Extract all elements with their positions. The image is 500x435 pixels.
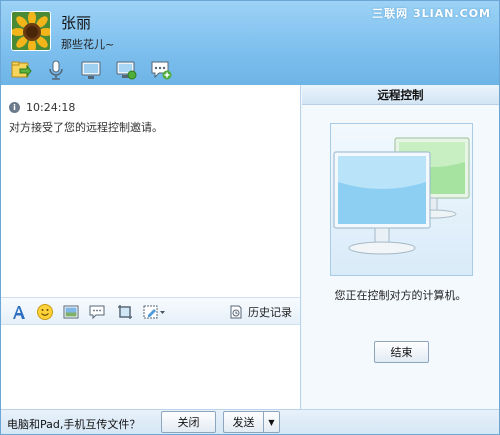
paint-button[interactable]: [141, 302, 167, 322]
transfer-file-icon: [11, 61, 32, 78]
screenshot-icon: [118, 305, 132, 319]
send-button[interactable]: 发送: [223, 411, 263, 433]
file-share-link[interactable]: 电脑和Pad,手机互传文件？: [7, 416, 140, 432]
contact-name[interactable]: 张丽: [61, 12, 91, 33]
chat-header: 张丽 那些花儿~ 三联网 3LIAN.COM: [1, 1, 499, 85]
image-button[interactable]: [61, 302, 81, 322]
history-button[interactable]: 历史记录: [229, 304, 292, 320]
voice-call-button[interactable]: [44, 58, 68, 82]
app-add-icon: [151, 61, 172, 80]
bottom-bar: 电脑和Pad,手机互传文件？ 关闭 发送 ▼: [1, 409, 499, 434]
input-toolbar: 历史记录: [1, 297, 301, 325]
history-icon: [230, 305, 242, 319]
watermark: 三联网 3LIAN.COM: [372, 7, 491, 20]
sunflower-avatar-image: [12, 12, 50, 50]
message-input[interactable]: [1, 325, 301, 409]
message-time: 10:24:18: [26, 101, 76, 114]
info-icon: i: [9, 102, 20, 113]
video-call-button[interactable]: [79, 58, 103, 82]
remote-assist-button[interactable]: [114, 58, 138, 82]
avatar[interactable]: [11, 11, 51, 51]
close-button[interactable]: 关闭: [161, 411, 216, 433]
font-icon: [13, 306, 25, 319]
message-history[interactable]: i 10:24:18 对方接受了您的远程控制邀请。: [1, 85, 301, 297]
video-call-icon: [81, 61, 101, 79]
remote-control-title: 远程控制: [302, 85, 499, 105]
send-button-group: 发送 ▼: [223, 411, 280, 433]
remote-control-status: 您正在控制对方的计算机。: [334, 289, 467, 302]
contact-signature: 那些花儿~: [61, 38, 115, 51]
emoji-button[interactable]: [35, 302, 55, 322]
history-label: 历史记录: [248, 306, 292, 319]
send-options-dropdown[interactable]: ▼: [263, 411, 280, 433]
message-icon: [89, 305, 105, 320]
transfer-file-button[interactable]: [9, 58, 33, 82]
font-button[interactable]: [9, 302, 29, 322]
emoji-icon: [37, 304, 53, 320]
message-button[interactable]: [87, 302, 107, 322]
remote-control-panel: 远程控制 您正在控制对方的计算机。 结束: [302, 85, 499, 409]
system-message: 对方接受了您的远程控制邀请。: [9, 121, 163, 134]
image-icon: [63, 305, 79, 319]
screenshot-button[interactable]: [115, 302, 135, 322]
monitors-icon: [333, 137, 470, 255]
remote-assist-icon: [116, 61, 137, 80]
end-remote-control-button[interactable]: 结束: [374, 341, 429, 363]
paint-icon: [143, 305, 165, 319]
voice-call-icon: [49, 60, 63, 80]
chat-toolbar: [9, 58, 173, 82]
message-timestamp-row: i 10:24:18: [9, 101, 75, 114]
remote-control-illustration: [330, 123, 473, 276]
app-add-button[interactable]: [149, 58, 173, 82]
chat-window: 张丽 那些花儿~ 三联网 3LIAN.COM i 10:24:18 对方接受了您…: [0, 0, 500, 435]
